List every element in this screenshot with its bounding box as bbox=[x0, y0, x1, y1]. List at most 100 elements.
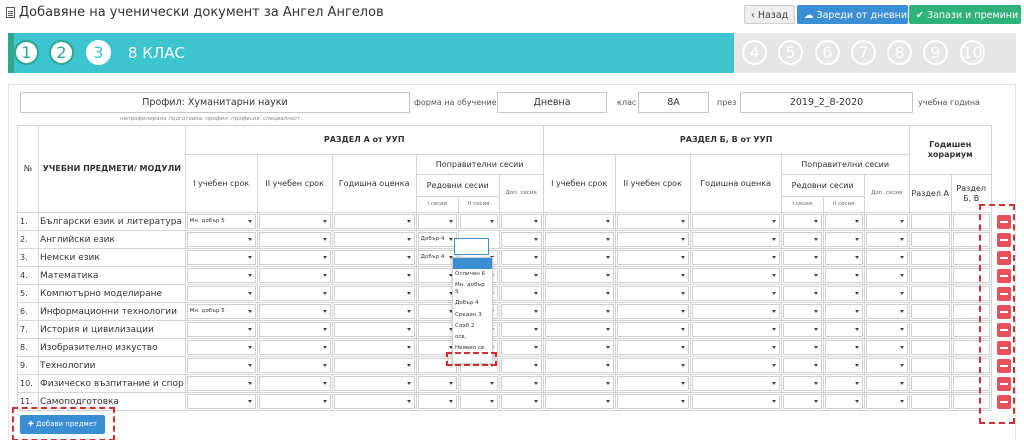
a-term1-select[interactable] bbox=[186, 268, 256, 283]
a-term1-select[interactable] bbox=[186, 376, 256, 391]
a-annual-select[interactable] bbox=[333, 268, 415, 283]
b-term1-select[interactable] bbox=[544, 286, 614, 301]
step-3[interactable]: 3 bbox=[86, 40, 111, 65]
a-term2-select[interactable] bbox=[258, 286, 331, 301]
hours-a-input[interactable] bbox=[910, 268, 950, 283]
a-term2-select[interactable] bbox=[258, 304, 331, 319]
b-session2-select[interactable] bbox=[824, 232, 863, 247]
a-term2-select[interactable] bbox=[258, 340, 331, 355]
a-term1-select[interactable] bbox=[186, 340, 256, 355]
b-extra-session-select[interactable] bbox=[865, 358, 908, 373]
b-term2-select[interactable] bbox=[616, 232, 689, 247]
b-session1-select[interactable] bbox=[782, 394, 822, 409]
hours-b-input[interactable] bbox=[952, 340, 990, 355]
add-subject-button[interactable]: ✚ Добави предмет bbox=[20, 415, 105, 434]
hours-b-input[interactable] bbox=[952, 358, 990, 373]
hours-b-input[interactable] bbox=[952, 232, 990, 247]
b-annual-select[interactable] bbox=[691, 232, 780, 247]
b-term2-select[interactable] bbox=[616, 250, 689, 265]
b-extra-session-select[interactable] bbox=[865, 286, 908, 301]
b-annual-select[interactable] bbox=[691, 268, 780, 283]
b-extra-session-select[interactable] bbox=[865, 340, 908, 355]
a-session1-select[interactable] bbox=[417, 214, 457, 229]
a-term2-select[interactable] bbox=[258, 214, 331, 229]
hours-b-input[interactable] bbox=[952, 304, 990, 319]
class-field[interactable]: 8А bbox=[638, 92, 709, 113]
b-session2-select[interactable] bbox=[824, 250, 863, 265]
b-session1-select[interactable] bbox=[782, 376, 822, 391]
a-term2-select[interactable] bbox=[258, 268, 331, 283]
b-term2-select[interactable] bbox=[616, 286, 689, 301]
b-term1-select[interactable] bbox=[544, 232, 614, 247]
b-session1-select[interactable] bbox=[782, 232, 822, 247]
step-10[interactable]: 10 bbox=[960, 40, 985, 65]
remove-subject-button[interactable] bbox=[996, 214, 1011, 229]
a-extra-session-select[interactable] bbox=[500, 340, 542, 355]
b-term1-select[interactable] bbox=[544, 376, 614, 391]
b-extra-session-select[interactable] bbox=[865, 304, 908, 319]
b-term2-select[interactable] bbox=[616, 376, 689, 391]
a-annual-select[interactable] bbox=[333, 394, 415, 409]
a-term1-select[interactable]: Мн. добър 5 bbox=[186, 214, 256, 229]
b-extra-session-select[interactable] bbox=[865, 322, 908, 337]
b-session1-select[interactable] bbox=[782, 268, 822, 283]
a-term2-select[interactable] bbox=[258, 358, 331, 373]
a-extra-session-select[interactable] bbox=[500, 376, 542, 391]
grade-option[interactable]: Мн. добър 5 bbox=[453, 280, 492, 298]
a-term2-select[interactable] bbox=[258, 394, 331, 409]
b-session1-select[interactable] bbox=[782, 286, 822, 301]
remove-subject-button[interactable] bbox=[996, 286, 1011, 301]
a-annual-select[interactable] bbox=[333, 286, 415, 301]
b-annual-select[interactable] bbox=[691, 286, 780, 301]
hours-b-input[interactable] bbox=[952, 250, 990, 265]
form-field[interactable]: Дневна bbox=[497, 92, 607, 113]
b-extra-session-select[interactable] bbox=[865, 376, 908, 391]
b-term2-select[interactable] bbox=[616, 304, 689, 319]
a-term2-select[interactable] bbox=[258, 322, 331, 337]
a-session1-select[interactable] bbox=[417, 286, 457, 301]
back-button[interactable]: ‹ Назад bbox=[744, 5, 795, 24]
step-8[interactable]: 8 bbox=[887, 40, 912, 65]
a-extra-session-select[interactable] bbox=[500, 232, 542, 247]
a-annual-select[interactable] bbox=[333, 250, 415, 265]
b-term1-select[interactable] bbox=[544, 358, 614, 373]
b-term1-select[interactable] bbox=[544, 250, 614, 265]
b-session2-select[interactable] bbox=[824, 394, 863, 409]
b-session2-select[interactable] bbox=[824, 304, 863, 319]
hours-b-input[interactable] bbox=[952, 286, 990, 301]
remove-subject-button[interactable] bbox=[996, 268, 1011, 283]
step-1[interactable]: 1 bbox=[14, 40, 39, 65]
a-session1-select[interactable] bbox=[417, 340, 457, 355]
a-session1-select[interactable] bbox=[417, 268, 457, 283]
b-extra-session-select[interactable] bbox=[865, 250, 908, 265]
b-term2-select[interactable] bbox=[616, 268, 689, 283]
hours-a-input[interactable] bbox=[910, 232, 950, 247]
grade-option[interactable]: осв. bbox=[453, 332, 492, 343]
b-annual-select[interactable] bbox=[691, 214, 780, 229]
remove-subject-button[interactable] bbox=[996, 250, 1011, 265]
step-6[interactable]: 6 bbox=[815, 40, 840, 65]
a-session1-select[interactable] bbox=[417, 394, 457, 409]
b-annual-select[interactable] bbox=[691, 322, 780, 337]
a-extra-session-select[interactable] bbox=[500, 268, 542, 283]
hours-a-input[interactable] bbox=[910, 358, 950, 373]
a-term1-select[interactable] bbox=[186, 322, 256, 337]
grade-option[interactable]: Отличен 6 bbox=[453, 269, 492, 280]
a-extra-session-select[interactable] bbox=[500, 322, 542, 337]
b-session2-select[interactable] bbox=[824, 376, 863, 391]
b-annual-select[interactable] bbox=[691, 376, 780, 391]
b-term2-select[interactable] bbox=[616, 340, 689, 355]
b-session2-select[interactable] bbox=[824, 268, 863, 283]
a-extra-session-select[interactable] bbox=[500, 214, 542, 229]
hours-a-input[interactable] bbox=[910, 376, 950, 391]
step-7[interactable]: 7 bbox=[851, 40, 876, 65]
b-session1-select[interactable] bbox=[782, 304, 822, 319]
remove-subject-button[interactable] bbox=[996, 340, 1011, 355]
remove-subject-button[interactable] bbox=[996, 358, 1011, 373]
remove-subject-button[interactable] bbox=[996, 376, 1011, 391]
a-annual-select[interactable] bbox=[333, 376, 415, 391]
hours-a-input[interactable] bbox=[910, 286, 950, 301]
hours-a-input[interactable] bbox=[910, 340, 950, 355]
a-extra-session-select[interactable] bbox=[500, 304, 542, 319]
grade-option[interactable]: Добър 4 bbox=[453, 298, 492, 309]
